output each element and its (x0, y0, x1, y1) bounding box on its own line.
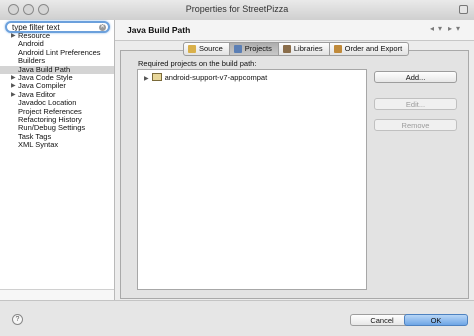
clear-filter-icon[interactable]: ✕ (99, 24, 106, 31)
project-folder-icon (151, 73, 162, 81)
order-export-icon (333, 45, 342, 53)
source-folder-icon (188, 45, 196, 53)
projects-icon (233, 45, 242, 53)
back-arrow-icon[interactable]: ◂ (430, 24, 434, 33)
tree-item-label: XML Syntax (18, 140, 59, 150)
expand-arrow-icon[interactable]: ▶ (11, 82, 16, 90)
expand-arrow-icon[interactable]: ▶ (11, 32, 16, 40)
preference-tree: ▶ Resource Android Android Lint Preferences… (0, 31, 114, 150)
tab-bar: Source Projects Libraries Order and Export (183, 42, 410, 56)
horizontal-scrollbar[interactable] (0, 289, 114, 300)
expand-arrow-icon[interactable]: ▶ (11, 91, 16, 99)
back-menu-icon[interactable]: ▾ (438, 24, 442, 33)
project-label: android-support-v7-appcompat (164, 73, 268, 82)
tab-label: Projects (244, 44, 272, 53)
forward-arrow-icon[interactable]: ▸ (448, 24, 452, 33)
tab-projects[interactable]: Projects (229, 43, 279, 55)
required-projects-label: Required projects on the build path: (138, 59, 257, 68)
remove-button[interactable]: Remove (374, 119, 457, 131)
fullscreen-icon[interactable] (459, 5, 468, 14)
help-icon[interactable]: ? (12, 314, 23, 325)
libraries-icon (282, 45, 291, 53)
projects-list[interactable]: ▶ android-support-v7-appcompat (137, 69, 367, 290)
title-bar: Properties for StreetPizza (0, 0, 474, 21)
filter-input[interactable] (12, 23, 92, 31)
page-header: Java Build Path ◂ ▾ ▸ ▾ (115, 20, 474, 41)
tab-libraries[interactable]: Libraries (279, 43, 330, 55)
tab-label: Libraries (293, 44, 323, 53)
tab-order-and-export[interactable]: Order and Export (330, 43, 409, 55)
window-title: Properties for StreetPizza (185, 4, 289, 14)
page-title: Java Build Path (127, 25, 191, 35)
tree-item[interactable]: XML Syntax (0, 140, 114, 150)
expand-arrow-icon[interactable]: ▶ (144, 76, 149, 82)
forward-menu-icon[interactable]: ▾ (456, 24, 460, 33)
tab-source[interactable]: Source (184, 43, 230, 55)
tab-label: Order and Export (344, 44, 403, 53)
list-item[interactable]: ▶ android-support-v7-appcompat (144, 73, 267, 82)
preference-navigation: ✕ ▶ResourceAndroidAndroid Lint Preferenc… (0, 20, 115, 300)
properties-dialog: Properties for StreetPizza ✕ ▶ResourceAn… (0, 0, 474, 336)
dialog-footer: ? Cancel OK (0, 300, 474, 336)
edit-button[interactable]: Edit... (374, 98, 457, 110)
ok-button[interactable]: OK (404, 314, 468, 326)
tab-label: Source (199, 44, 223, 53)
expand-arrow-icon[interactable]: ▶ (11, 74, 16, 82)
add-button[interactable]: Add... (374, 71, 457, 83)
